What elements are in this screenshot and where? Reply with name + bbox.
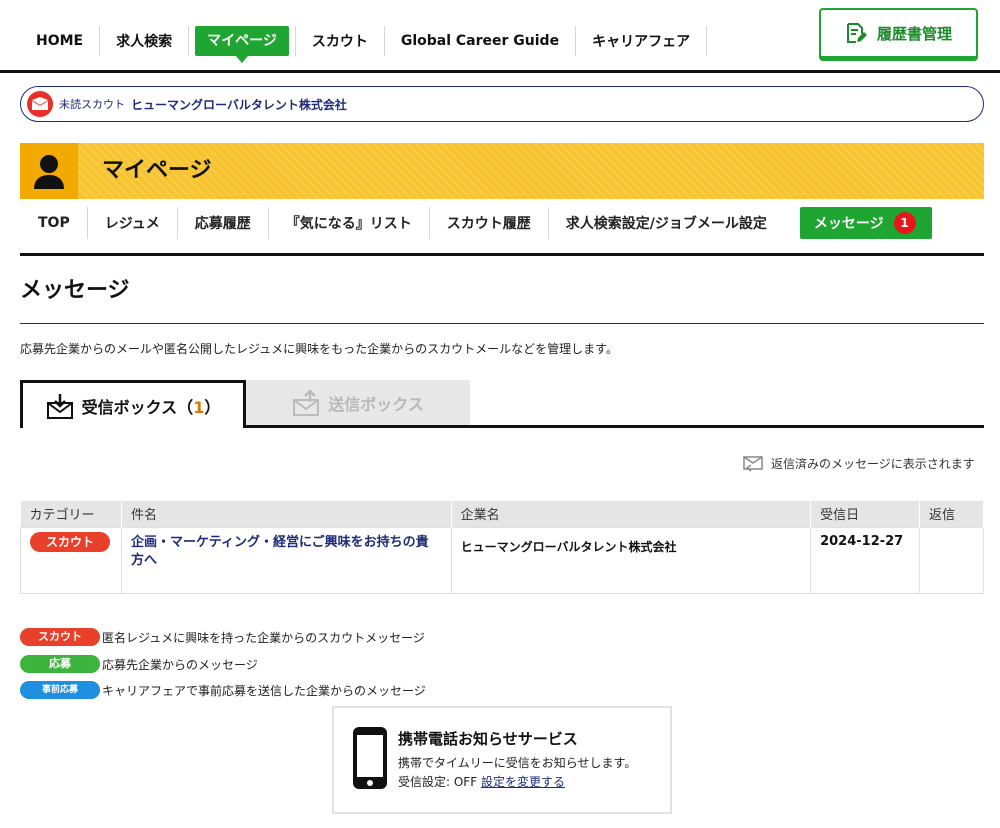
subnav-resume[interactable]: レジュメ [86,207,177,239]
replied-legend-text: 返信済みのメッセージに表示されます [771,457,975,471]
subnav-messages-pill: メッセージ 1 [799,207,932,239]
resume-management-label: 履歴書管理 [876,24,952,43]
col-date: 受信日 [810,501,920,527]
tab-sent[interactable]: 送信ボックス [246,380,470,425]
header-divider [0,70,1000,73]
nav-home[interactable]: HOME [20,26,101,56]
col-company: 企業名 [451,501,812,527]
unread-scout-notice[interactable]: 未読スカウト ヒューマングローバルタレント株式会社 [20,86,984,122]
active-indicator-arrow [235,56,248,63]
legend-pre-application: 事前応募 キャリアフェアで事前応募を送信した企業からのメッセージ [20,681,426,699]
subnav-messages[interactable]: メッセージ 1 [784,207,932,239]
legend-scout: スカウト 匿名レジュメに興味を持った企業からのスカウトメッセージ [20,628,425,646]
message-count-badge: 1 [893,212,916,234]
subnav-top[interactable]: TOP [20,207,87,239]
table-row[interactable]: スカウト 企画・マーケティング・経営にご興味をお持ちの貴方へ ヒューマングローバ… [20,526,984,594]
mypage-subnav: TOP レジュメ 応募履歴 『気になる』リスト スカウト履歴 求人検索設定/ジョ… [20,207,932,239]
row-category-cell: スカウト [20,526,122,594]
inbox-icon [46,393,73,419]
resume-management-button[interactable]: 履歴書管理 [819,8,978,61]
document-edit-icon [846,23,867,43]
outbox-icon [293,389,320,416]
nav-global-career-guide[interactable]: Global Career Guide [385,26,577,56]
mobile-notification-box: 携帯電話お知らせサービス 携帯でタイムリーに受信をお知らせします。 受信設定: … [332,706,672,814]
replied-legend: 返信済みのメッセージに表示されます [743,455,975,472]
legend-application-text: 応募先企業からのメッセージ [102,657,258,672]
inbox-count: 1 [193,397,205,417]
nav-mypage[interactable]: マイページ [189,26,296,63]
row-date: 2024-12-27 [810,526,920,594]
replied-icon [743,455,763,472]
legend-pre-application-text: キャリアフェアで事前応募を送信した企業からのメッセージ [102,683,426,698]
nav-career-fair[interactable]: キャリアフェア [576,26,708,56]
legend-pre-application-badge: 事前応募 [20,681,100,699]
tab-inbox-text: 受信ボックス（ [81,397,194,417]
mobile-status-label: 受信設定: OFF [398,775,478,789]
user-icon [20,143,78,199]
mobile-phone-icon [353,727,387,789]
unread-scout-label: 未読スカウト [59,98,125,111]
legend-scout-text: 匿名レジュメに興味を持った企業からのスカウトメッセージ [102,630,425,645]
subnav-divider [20,253,984,256]
legend-application: 応募 応募先企業からのメッセージ [20,655,258,673]
nav-job-search[interactable]: 求人検索 [100,26,190,56]
table-header-row: カテゴリー 件名 企業名 受信日 返信 [20,501,984,527]
subnav-scout-history[interactable]: スカウト履歴 [428,207,548,239]
row-reply [919,526,984,594]
row-subject-link[interactable]: 企画・マーケティング・経営にご興味をお持ちの貴方へ [120,526,452,594]
col-subject: 件名 [121,501,452,527]
mypage-title: マイページ [102,158,212,183]
message-table: カテゴリー 件名 企業名 受信日 返信 スカウト 企画・マーケティング・経営にご… [20,501,984,594]
nav-scout[interactable]: スカウト [296,26,385,56]
subnav-favorites[interactable]: 『気になる』リスト [267,207,429,239]
subnav-search-settings[interactable]: 求人検索設定/ジョブメール設定 [547,207,784,239]
tab-inbox-label: 受信ボックス（1） [82,394,221,418]
top-nav: HOME 求人検索 マイページ スカウト Global Career Guide… [20,22,708,63]
mobile-service-status: 受信設定: OFF 設定を変更する [398,773,565,790]
col-category: カテゴリー [20,501,122,527]
title-divider [20,323,984,324]
legend-application-badge: 応募 [20,655,100,673]
tab-inbox-close: ） [204,397,221,417]
scout-mail-icon [27,91,53,117]
mobile-service-title: 携帯電話お知らせサービス [398,730,578,748]
page-description: 応募先企業からのメールや匿名公開したレジュメに興味をもった企業からのスカウトメー… [20,342,618,356]
change-settings-link[interactable]: 設定を変更する [481,775,565,789]
tab-inbox[interactable]: 受信ボックス（1） [20,380,246,428]
unread-scout-company[interactable]: ヒューマングローバルタレント株式会社 [131,96,347,113]
category-badge-scout: スカウト [30,531,110,552]
nav-mypage-label: マイページ [195,26,289,56]
tab-sent-label: 送信ボックス [328,394,424,414]
legend-scout-badge: スカウト [20,628,100,646]
row-company: ヒューマングローバルタレント株式会社 [450,526,812,594]
mypage-banner: マイページ [20,143,984,199]
subnav-messages-label: メッセージ [813,216,884,232]
mobile-service-description: 携帯でタイムリーに受信をお知らせします。 [398,756,637,770]
page-title: メッセージ [20,278,130,303]
col-reply: 返信 [919,501,984,527]
subnav-application-history[interactable]: 応募履歴 [176,207,268,239]
tab-divider [246,425,984,428]
